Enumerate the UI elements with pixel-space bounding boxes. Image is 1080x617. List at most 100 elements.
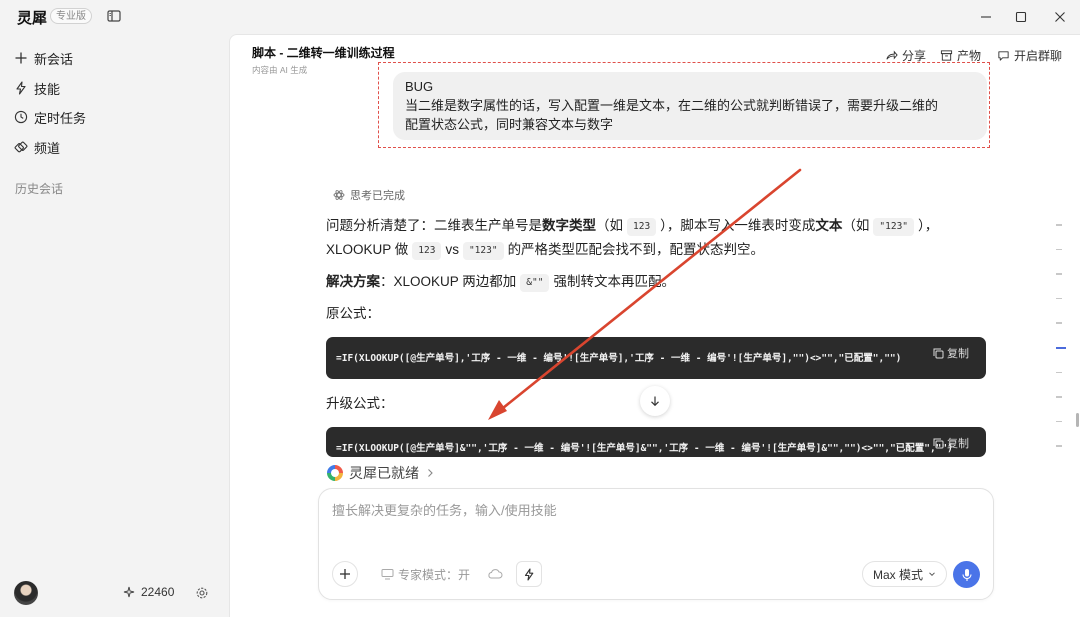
response-paragraph: XLOOKUP 做 123 vs "123" 的严格类型匹配会找不到，配置状态判空。 xyxy=(326,238,764,262)
plus-icon xyxy=(340,569,350,579)
sidebar-toggle-icon[interactable] xyxy=(106,8,122,24)
credits-value: 22460 xyxy=(141,585,175,599)
expert-mode-toggle[interactable]: 专家模式：开 xyxy=(375,561,476,587)
atom-icon xyxy=(333,190,345,200)
sparkle-icon xyxy=(123,586,135,598)
scroll-to-bottom-button[interactable] xyxy=(640,386,670,416)
code-block-upgraded: =IF(XLOOKUP([@生产单号]&"",'工序 - 一维 - 编号'![生… xyxy=(326,427,986,457)
sidebar-item-label: 定时任务 xyxy=(34,110,87,126)
group-chat-button[interactable]: 开启群聊 xyxy=(997,47,1062,64)
expert-mode-label: 专家模式：开 xyxy=(398,567,471,582)
bold-text: 解决方案 xyxy=(326,274,380,289)
microphone-icon xyxy=(961,568,972,581)
outline-mark[interactable] xyxy=(1056,371,1062,373)
artifact-box-icon xyxy=(940,50,953,61)
inline-code: "123" xyxy=(462,242,504,260)
bold-text: 文本 xyxy=(815,218,843,233)
copy-label: 复制 xyxy=(947,348,969,360)
title-bar: 灵犀 专业版 xyxy=(0,0,1080,34)
app-window: 灵犀 专业版 新会话 技能 定时任务 频道 历史会话 22460 脚本 - 二维… xyxy=(0,0,1080,617)
chevron-down-icon xyxy=(929,572,935,577)
inline-code: &"" xyxy=(520,274,550,292)
scrollbar[interactable] xyxy=(1076,413,1079,427)
outline-mark[interactable] xyxy=(1056,420,1062,422)
original-formula-label: 原公式： xyxy=(326,306,380,321)
thinking-status[interactable]: 思考已完成 xyxy=(333,187,405,203)
ai-generated-note: 内容由 AI 生成 xyxy=(252,65,308,75)
add-attachment-button[interactable] xyxy=(332,561,358,587)
outline-mark[interactable] xyxy=(1056,396,1062,398)
outline-mark[interactable] xyxy=(1056,273,1062,275)
share-button[interactable]: 分享 xyxy=(885,47,926,64)
sidebar-item-label: 技能 xyxy=(34,81,61,97)
artifacts-label: 产物 xyxy=(957,49,982,63)
chevron-right-icon xyxy=(428,469,433,477)
arrow-down-icon xyxy=(651,396,659,407)
channel-icon xyxy=(14,141,28,153)
code-text: =IF(XLOOKUP([@生产单号],'工序 - 一维 - 编号'![生产单号… xyxy=(336,353,902,364)
credits-counter[interactable]: 22460 xyxy=(123,585,174,599)
sidebar-item-skills[interactable]: 技能 xyxy=(14,77,60,99)
copy-button[interactable]: 复制 xyxy=(933,345,969,361)
close-icon[interactable] xyxy=(1046,6,1074,28)
assistant-status[interactable]: 灵犀已就绪 xyxy=(327,463,435,483)
outline-navigator[interactable] xyxy=(1056,224,1068,470)
user-message-line: 当二维是数字属性的话，写入配置一维是文本，在二维的公式就判断错误了，需要升级二维… xyxy=(405,98,939,113)
code-block-original: =IF(XLOOKUP([@生产单号],'工序 - 一维 - 编号'![生产单号… xyxy=(326,337,986,379)
outline-mark[interactable] xyxy=(1056,248,1062,250)
sidebar-item-scheduled-tasks[interactable]: 定时任务 xyxy=(14,106,86,128)
text-run: ）， xyxy=(918,218,939,233)
model-select[interactable]: Max 模式 xyxy=(862,561,948,587)
text-run: ），脚本写入一维表时变成 xyxy=(660,218,816,233)
chat-bubble-icon xyxy=(998,51,1009,61)
outline-mark[interactable] xyxy=(1056,297,1062,299)
text-run: 的严格类型匹配会找不到，配置状态判空。 xyxy=(507,242,765,257)
plus-icon xyxy=(15,52,27,64)
sidebar-item-channels[interactable]: 频道 xyxy=(14,136,60,158)
gear-icon[interactable] xyxy=(195,586,209,600)
text-run: （如 xyxy=(596,218,623,233)
code-text: =IF(XLOOKUP([@生产单号]&"",'工序 - 一维 - 编号'![生… xyxy=(336,443,953,454)
cloud-icon xyxy=(488,569,503,579)
artifacts-button[interactable]: 产物 xyxy=(940,47,981,64)
lightning-icon xyxy=(524,567,534,581)
text-run: （如 xyxy=(842,218,870,233)
voice-input-button[interactable] xyxy=(953,561,980,588)
inline-code: 123 xyxy=(627,218,657,236)
model-label: Max 模式 xyxy=(873,567,924,582)
message-composer: 专家模式：开 Max 模式 xyxy=(318,488,994,600)
user-message-bubble: BUG 当二维是数字属性的话，写入配置一维是文本，在二维的公式就判断错误了，需要… xyxy=(393,72,987,140)
copy-icon xyxy=(933,348,944,358)
outline-mark[interactable] xyxy=(1056,224,1062,226)
outline-mark[interactable] xyxy=(1056,322,1062,324)
copy-button[interactable]: 复制 xyxy=(933,435,969,451)
text-run: ：XLOOKUP 两边都加 xyxy=(380,274,517,289)
message-input[interactable] xyxy=(332,503,972,518)
avatar[interactable] xyxy=(14,581,38,605)
copy-label: 复制 xyxy=(947,438,969,450)
upgraded-formula-label: 升级公式： xyxy=(326,396,394,411)
group-chat-label: 开启群聊 xyxy=(1014,49,1063,63)
text-run: vs xyxy=(445,242,459,257)
outline-mark-active[interactable] xyxy=(1056,346,1066,349)
user-message-line: 配置状态公式，同时兼容文本与数字 xyxy=(405,117,614,132)
response-paragraph: 问题分析清楚了：二维表生产单号是数字类型（如 123 ），脚本写入一维表时变成文本（… xyxy=(326,214,938,238)
clock-icon xyxy=(14,110,28,124)
user-message-line: BUG xyxy=(405,79,434,94)
edition-badge: 专业版 xyxy=(50,8,92,24)
skill-lightning-button[interactable] xyxy=(516,561,542,587)
conversation-panel: 脚本 - 二维转一维训练过程 内容由 AI 生成 分享 产物 开启群聊 BUG … xyxy=(229,34,1080,617)
sidebar-item-label: 频道 xyxy=(34,140,61,156)
app-brand: 灵犀 xyxy=(17,10,48,27)
sidebar-item-new-chat[interactable]: 新会话 xyxy=(14,47,73,69)
cloud-button[interactable] xyxy=(482,561,508,587)
bold-text: 数字类型 xyxy=(542,218,596,233)
outline-mark[interactable] xyxy=(1056,445,1062,447)
minimize-icon[interactable] xyxy=(972,6,1000,28)
monitor-icon xyxy=(381,569,394,580)
text-run: XLOOKUP 做 xyxy=(326,242,409,257)
page-title: 脚本 - 二维转一维训练过程 xyxy=(252,46,395,60)
maximize-icon[interactable] xyxy=(1007,6,1035,28)
copy-icon xyxy=(933,438,944,448)
sidebar-item-label: 新会话 xyxy=(34,51,74,67)
